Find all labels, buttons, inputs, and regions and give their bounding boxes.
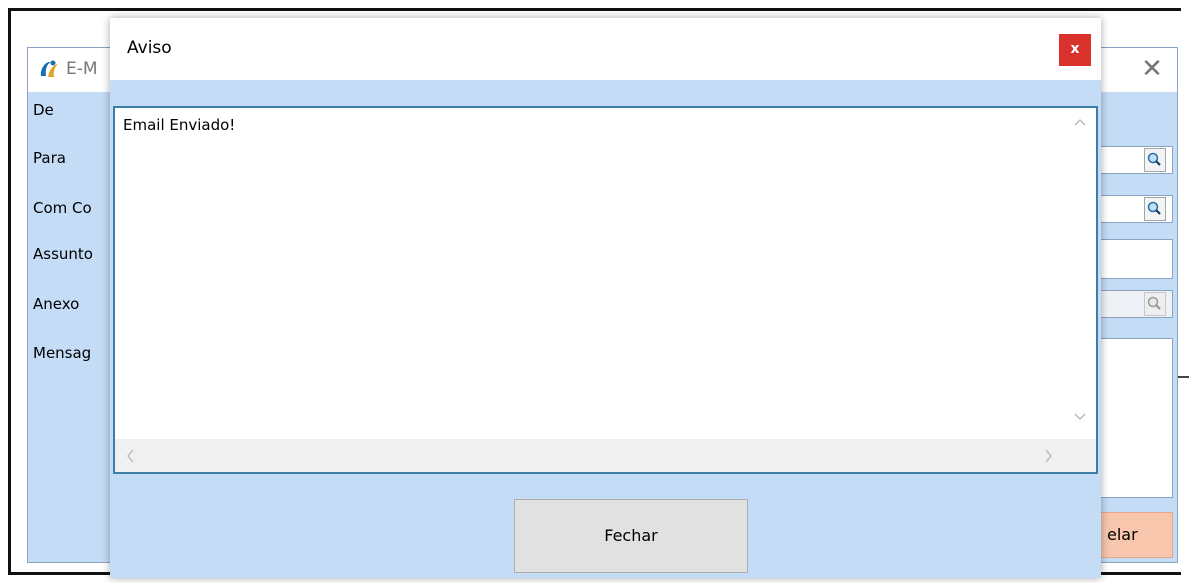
magnifier-icon [1147, 201, 1161, 215]
assunto-field[interactable] [1098, 239, 1173, 279]
close-button[interactable]: x [1059, 34, 1091, 66]
anexo-search-button[interactable] [1144, 292, 1166, 316]
scroll-up-icon[interactable] [1074, 118, 1086, 126]
label-de: De [33, 101, 54, 119]
cancel-button[interactable]: elar [1098, 512, 1173, 558]
email-window-title: E-M [66, 59, 98, 79]
dialog-title: Aviso [127, 38, 172, 58]
app-logo-icon [40, 60, 58, 77]
scroll-left-icon[interactable] [126, 449, 134, 463]
scroll-down-icon[interactable] [1074, 413, 1086, 421]
fechar-button[interactable]: Fechar [514, 499, 748, 573]
label-mensagem: Mensag [33, 344, 92, 362]
label-para: Para [33, 149, 66, 167]
scroll-right-icon[interactable] [1045, 449, 1053, 463]
mensagem-textarea[interactable] [1098, 338, 1173, 498]
aviso-dialog-titlebar: Aviso x [110, 18, 1101, 80]
label-com-copia: Com Co [33, 199, 92, 217]
message-text: Email Enviado! [123, 116, 236, 134]
vertical-scrollbar[interactable] [1063, 108, 1096, 439]
magnifier-icon [1147, 152, 1161, 166]
label-anexo: Anexo [33, 295, 80, 313]
para-search-button[interactable] [1144, 148, 1166, 172]
magnifier-icon [1147, 296, 1161, 310]
com-copia-search-button[interactable] [1144, 197, 1166, 221]
aviso-dialog: Aviso x Email Enviado! Fechar [110, 18, 1101, 578]
message-box[interactable]: Email Enviado! [113, 106, 1098, 474]
horizontal-scrollbar[interactable] [115, 439, 1096, 472]
email-window-close-button[interactable]: ✕ [1135, 52, 1169, 86]
label-assunto: Assunto [33, 245, 93, 263]
